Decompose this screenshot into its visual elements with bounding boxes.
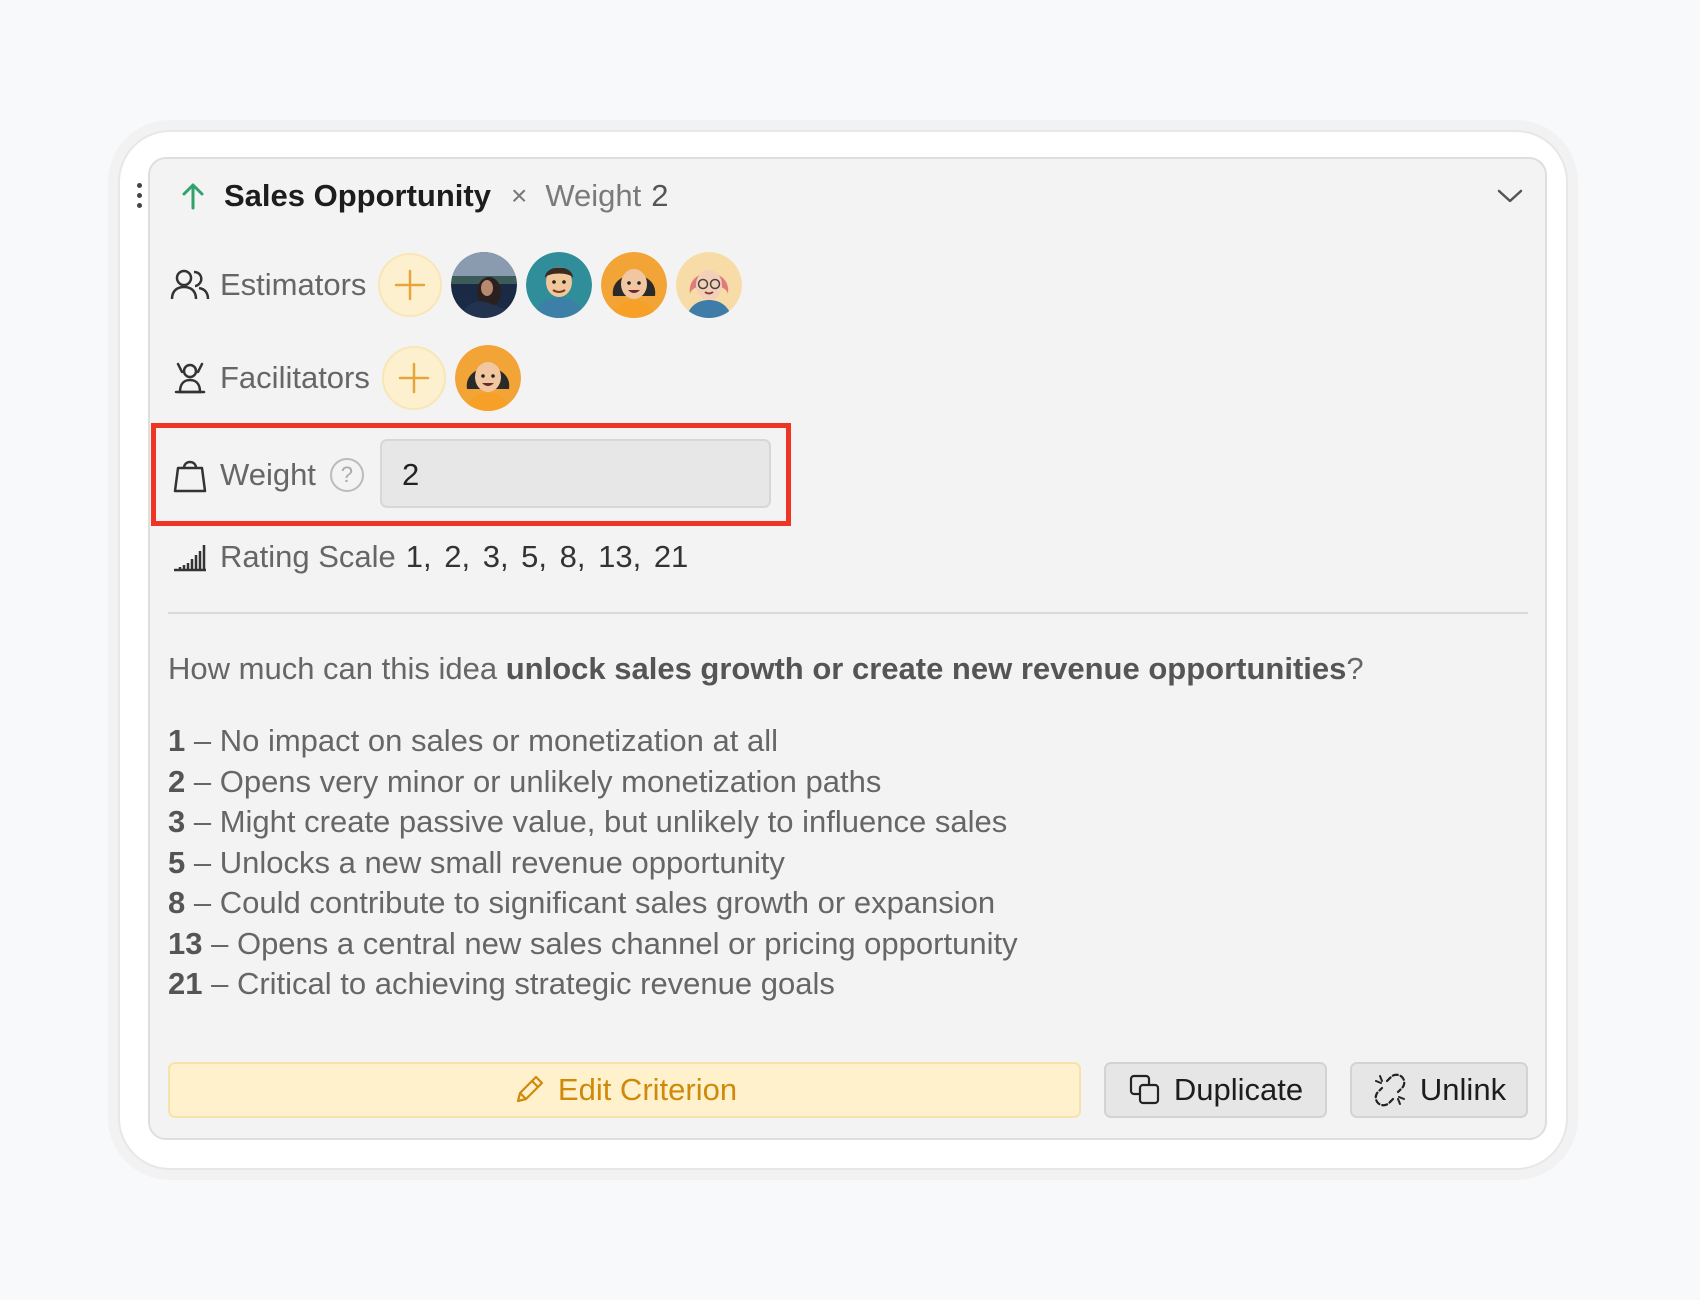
rating-scale-label: Rating Scale — [220, 539, 396, 574]
weight-input[interactable]: 2 — [380, 439, 771, 508]
list-item: 13 – Opens a central new sales channel o… — [168, 924, 1018, 965]
divider — [168, 612, 1528, 614]
list-item: 1 – No impact on sales or monetization a… — [168, 721, 1018, 762]
level-text: – Could contribute to significant sales … — [185, 885, 996, 920]
level-score: 2 — [168, 763, 186, 799]
level-score: 13 — [168, 925, 203, 961]
estimators-label: Estimators — [220, 267, 367, 302]
list-item: 8 – Could contribute to significant sale… — [168, 883, 1018, 924]
level-score: 3 — [168, 804, 186, 839]
level-score: 21 — [168, 966, 203, 1001]
rating-scale-row: Rating Scale 1, 2, 3, 5, 8, 13, 21 — [170, 537, 688, 577]
avatar-man-teal[interactable] — [526, 252, 593, 318]
scale-definitions: 1 – No impact on sales or monetization a… — [168, 721, 1018, 1005]
criterion-header[interactable]: Sales Opportunity × Weight 2 — [180, 170, 669, 222]
unlink-label: Unlink — [1419, 1072, 1507, 1107]
level-text: – Opens a central new sales channel or p… — [202, 925, 1018, 961]
level-text: – Opens very minor or unlikely monetizat… — [185, 763, 882, 799]
criterion-title: Sales Opportunity — [224, 178, 491, 213]
facilitator-icon — [170, 358, 210, 398]
question-emphasis: unlock sales growth or create new revenu… — [505, 651, 1347, 686]
pencil-icon — [516, 1075, 544, 1103]
plus-icon — [398, 362, 430, 394]
header-weight-value: 2 — [651, 178, 669, 213]
drag-handle-icon[interactable] — [133, 183, 147, 213]
level-score: 1 — [168, 723, 186, 758]
edit-criterion-label: Edit Criterion — [557, 1072, 738, 1107]
duplicate-button[interactable]: Duplicate — [1104, 1062, 1327, 1118]
arrow-up-icon — [182, 183, 204, 210]
add-facilitator-button[interactable] — [381, 346, 446, 410]
rating-scale-values: 1, 2, 3, 5, 8, 13, 21 — [405, 539, 689, 574]
avatar-woman-glasses[interactable] — [676, 252, 743, 318]
signal-bars-icon — [170, 537, 210, 577]
level-text: – Might create passive value, but unlike… — [185, 804, 1008, 839]
level-score: 5 — [168, 844, 186, 880]
list-item: 5 – Unlocks a new small revenue opportun… — [168, 843, 1018, 884]
avatar-woman-orange[interactable] — [601, 252, 668, 318]
avatar-photo[interactable] — [451, 252, 518, 318]
weight-row: Weight ? — [170, 455, 364, 495]
add-estimator-button[interactable] — [378, 253, 443, 317]
help-icon[interactable]: ? — [329, 458, 364, 492]
edit-criterion-button[interactable]: Edit Criterion — [168, 1062, 1081, 1118]
weight-label: Weight — [220, 457, 316, 492]
separator: × — [510, 180, 528, 211]
facilitators-label: Facilitators — [220, 360, 370, 395]
plus-icon — [395, 269, 426, 301]
question-suffix: ? — [1346, 651, 1364, 686]
level-text: – Unlocks a new small revenue opportunit… — [185, 844, 785, 880]
list-item: 3 – Might create passive value, but unli… — [168, 802, 1018, 843]
duplicate-icon — [1129, 1074, 1159, 1105]
facilitators-row: Facilitators — [170, 345, 521, 411]
estimators-row: Estimators — [170, 252, 743, 318]
unlink-icon — [1374, 1073, 1406, 1107]
level-score: 8 — [168, 885, 186, 920]
duplicate-label: Duplicate — [1173, 1072, 1304, 1107]
unlink-button[interactable]: Unlink — [1350, 1062, 1528, 1118]
weight-icon — [170, 455, 210, 495]
question-prefix: How much can this idea — [168, 651, 506, 686]
level-text: – Critical to achieving strategic revenu… — [202, 966, 835, 1001]
list-item: 21 – Critical to achieving strategic rev… — [168, 964, 1018, 1005]
level-text: – No impact on sales or monetization at … — [185, 723, 778, 758]
users-icon — [170, 265, 210, 305]
criterion-question: How much can this idea unlock sales grow… — [168, 651, 1364, 687]
chevron-down-icon[interactable] — [1496, 186, 1524, 206]
header-weight-label: Weight — [545, 178, 642, 213]
list-item: 2 – Opens very minor or unlikely monetiz… — [168, 762, 1018, 803]
avatar-woman-orange[interactable] — [454, 345, 521, 411]
